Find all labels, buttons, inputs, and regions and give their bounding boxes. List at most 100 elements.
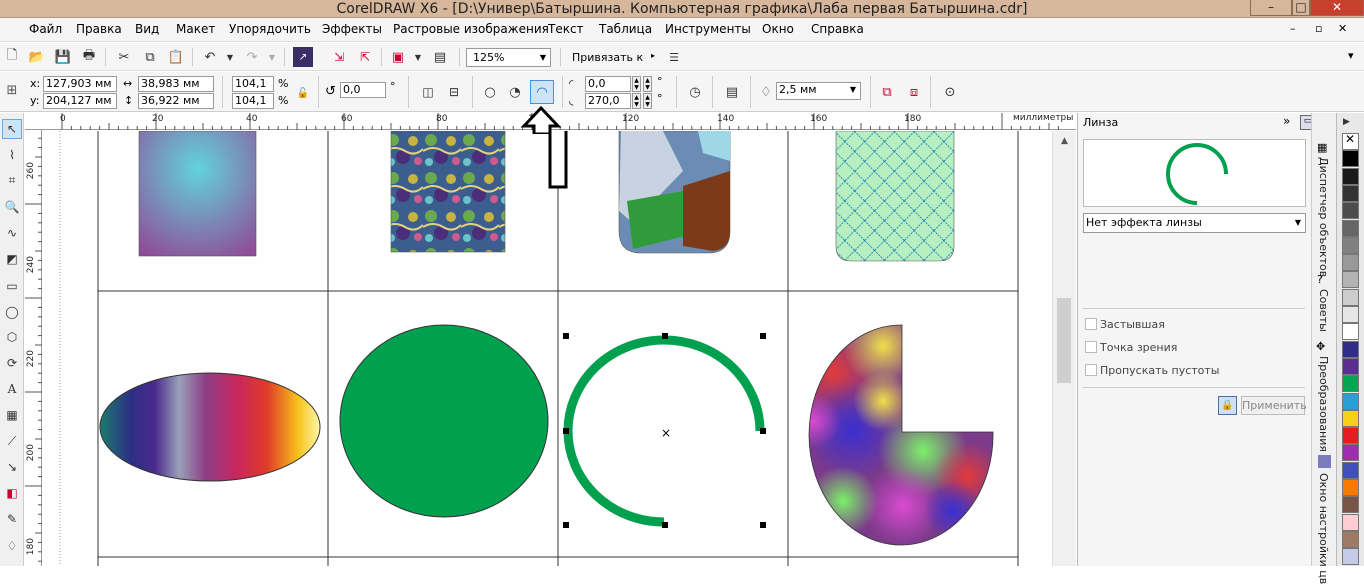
export-icon[interactable]: ⇱	[355, 47, 375, 67]
palette-swatch[interactable]	[1342, 271, 1359, 289]
width-input[interactable]: 38,983 мм	[138, 76, 214, 92]
palette-swatch[interactable]	[1342, 392, 1359, 410]
polygon-tool-icon[interactable]: ⬡	[2, 327, 22, 347]
to-back-icon[interactable]: ⧈	[904, 82, 924, 102]
menu-restore-icon[interactable]: ▫	[1315, 22, 1322, 35]
connector-tool-icon[interactable]: ↘	[2, 457, 22, 477]
object-origin-icon[interactable]: ⊞	[2, 80, 22, 100]
height-input[interactable]: 36,922 мм	[138, 93, 214, 109]
scale-y-input[interactable]: 104,1	[232, 93, 274, 109]
ellipse-tool-icon[interactable]: ◯	[2, 302, 22, 322]
wrap-text-icon[interactable]: ▤	[722, 82, 742, 102]
cut-icon[interactable]: ✂	[114, 47, 134, 67]
lock-icon[interactable]: 🔒	[1218, 396, 1237, 415]
tab-object-manager[interactable]: Диспетчер объектов	[1317, 157, 1330, 277]
shape-tool-icon[interactable]: ⌇	[2, 145, 22, 165]
apply-button[interactable]: Применить	[1241, 396, 1307, 415]
outline-tool-icon[interactable]: ♢	[2, 536, 22, 556]
undo-icon[interactable]: ↶	[200, 47, 220, 67]
menu-close-icon[interactable]: ✕	[1338, 22, 1347, 35]
basic-shapes-icon[interactable]: ⟳	[2, 353, 22, 373]
drawing-svg[interactable]: ×	[43, 131, 1052, 566]
palette-swatch[interactable]	[1342, 427, 1359, 445]
lens-effect-select[interactable]: Нет эффекта линзы ▼	[1083, 213, 1306, 233]
pick-tool-icon[interactable]: ↖	[2, 119, 22, 139]
rectangle-tool-icon[interactable]: ▭	[2, 276, 22, 296]
mirror-horizontal-icon[interactable]: ◫	[418, 82, 438, 102]
vertical-scrollbar[interactable]: ▲	[1052, 131, 1076, 566]
outline-width-select[interactable]: 2,5 мм ▼	[776, 82, 861, 100]
zoom-select[interactable]: 125% ▼	[466, 48, 551, 67]
palette-swatch[interactable]	[1342, 357, 1359, 375]
remove-face-checkbox[interactable]	[1085, 364, 1097, 376]
start-angle-spinner[interactable]: ▲ ▼	[632, 76, 641, 92]
zoom-tool-icon[interactable]: 🔍	[2, 197, 22, 217]
viewpoint-checkbox[interactable]	[1085, 341, 1097, 353]
copy-icon[interactable]: ⧉	[140, 47, 160, 67]
tab-hints[interactable]: Советы	[1317, 289, 1330, 332]
palette-swatch[interactable]	[1342, 254, 1359, 272]
to-front-icon[interactable]: ⧉	[877, 82, 897, 102]
palette-swatch[interactable]	[1342, 513, 1359, 531]
menu-bitmaps[interactable]: Растровые изображения	[393, 22, 549, 36]
palette-swatch[interactable]	[1342, 306, 1359, 323]
scroll-thumb[interactable]	[1057, 298, 1071, 383]
options-icon[interactable]: ☰	[664, 47, 684, 67]
interactive-tool-icon[interactable]: ◧	[2, 483, 22, 503]
table-tool-icon[interactable]: ▦	[2, 405, 22, 425]
minimize-button[interactable]: –	[1250, 0, 1292, 16]
end-angle-input[interactable]: 270,0	[585, 93, 631, 109]
y-position-input[interactable]: 204,127 мм	[43, 93, 117, 109]
palette-swatch[interactable]	[1342, 496, 1359, 514]
search-content-icon[interactable]: ↗	[293, 47, 313, 67]
convert-to-curves-icon[interactable]: ⊙	[940, 82, 960, 102]
palette-swatch[interactable]	[1342, 323, 1359, 341]
palette-swatch[interactable]	[1342, 375, 1359, 393]
palette-swatch[interactable]	[1342, 202, 1359, 220]
menu-minimize-icon[interactable]: –	[1290, 22, 1296, 35]
menu-table[interactable]: Таблица	[599, 22, 652, 36]
launcher-dropdown-icon[interactable]: ▼	[408, 47, 428, 67]
menu-arrange[interactable]: Упорядочить	[229, 22, 311, 36]
menu-effects[interactable]: Эффекты	[322, 22, 382, 36]
end-angle-spinner[interactable]: ▲ ▼	[632, 93, 641, 109]
toolbar-more-icon[interactable]: ▾	[1348, 49, 1354, 62]
end-angle-spinner-2[interactable]: ▲ ▼	[643, 93, 652, 109]
start-angle-spinner-2[interactable]: ▲ ▼	[643, 76, 652, 92]
maximize-button[interactable]: □	[1292, 0, 1310, 16]
no-color-swatch[interactable]: ✕	[1342, 132, 1359, 150]
palette-swatch[interactable]	[1342, 548, 1359, 566]
vertical-ruler[interactable]: 260 240 220 200 180	[25, 130, 42, 566]
menu-tools[interactable]: Инструменты	[665, 22, 751, 36]
x-position-input[interactable]: 127,903 мм	[43, 76, 117, 92]
palette-swatch[interactable]	[1342, 219, 1359, 237]
scroll-up-icon[interactable]: ▲	[1061, 136, 1068, 146]
open-icon[interactable]: 📂	[27, 47, 47, 67]
print-icon[interactable]: 🖶	[79, 47, 99, 67]
menu-edit[interactable]: Правка	[76, 22, 122, 36]
undo-dropdown-icon[interactable]: ▼	[220, 47, 240, 67]
change-direction-icon[interactable]: ◷	[685, 82, 705, 102]
rotation-input[interactable]: 0,0	[340, 82, 386, 98]
menu-window[interactable]: Окно	[762, 22, 794, 36]
tab-color-styles[interactable]: Окно настройки цв	[1317, 473, 1330, 584]
palette-swatch[interactable]	[1342, 530, 1359, 548]
import-icon[interactable]: ⇲	[329, 47, 349, 67]
docker-expand-icon[interactable]: »	[1283, 114, 1290, 128]
crop-tool-icon[interactable]: ⌗	[2, 170, 22, 190]
pie-mode-icon[interactable]: ◔	[505, 82, 525, 102]
scale-x-input[interactable]: 104,1	[232, 76, 274, 92]
start-angle-input[interactable]: 0,0	[585, 76, 631, 92]
palette-swatch[interactable]	[1342, 150, 1359, 168]
menu-view[interactable]: Вид	[135, 22, 159, 36]
smart-fill-icon[interactable]: ◩	[2, 249, 22, 269]
arc-mode-icon[interactable]: ◠	[530, 80, 554, 104]
palette-swatch[interactable]	[1342, 479, 1359, 496]
palette-swatch[interactable]	[1342, 167, 1359, 185]
drawing-canvas[interactable]: ×	[43, 131, 1052, 566]
ellipse-mode-icon[interactable]: ○	[480, 82, 500, 102]
text-tool-icon[interactable]: A	[2, 379, 22, 399]
palette-swatch[interactable]	[1342, 444, 1359, 462]
menu-help[interactable]: Справка	[811, 22, 864, 36]
lock-ratio-icon[interactable]: 🔓	[293, 83, 313, 103]
